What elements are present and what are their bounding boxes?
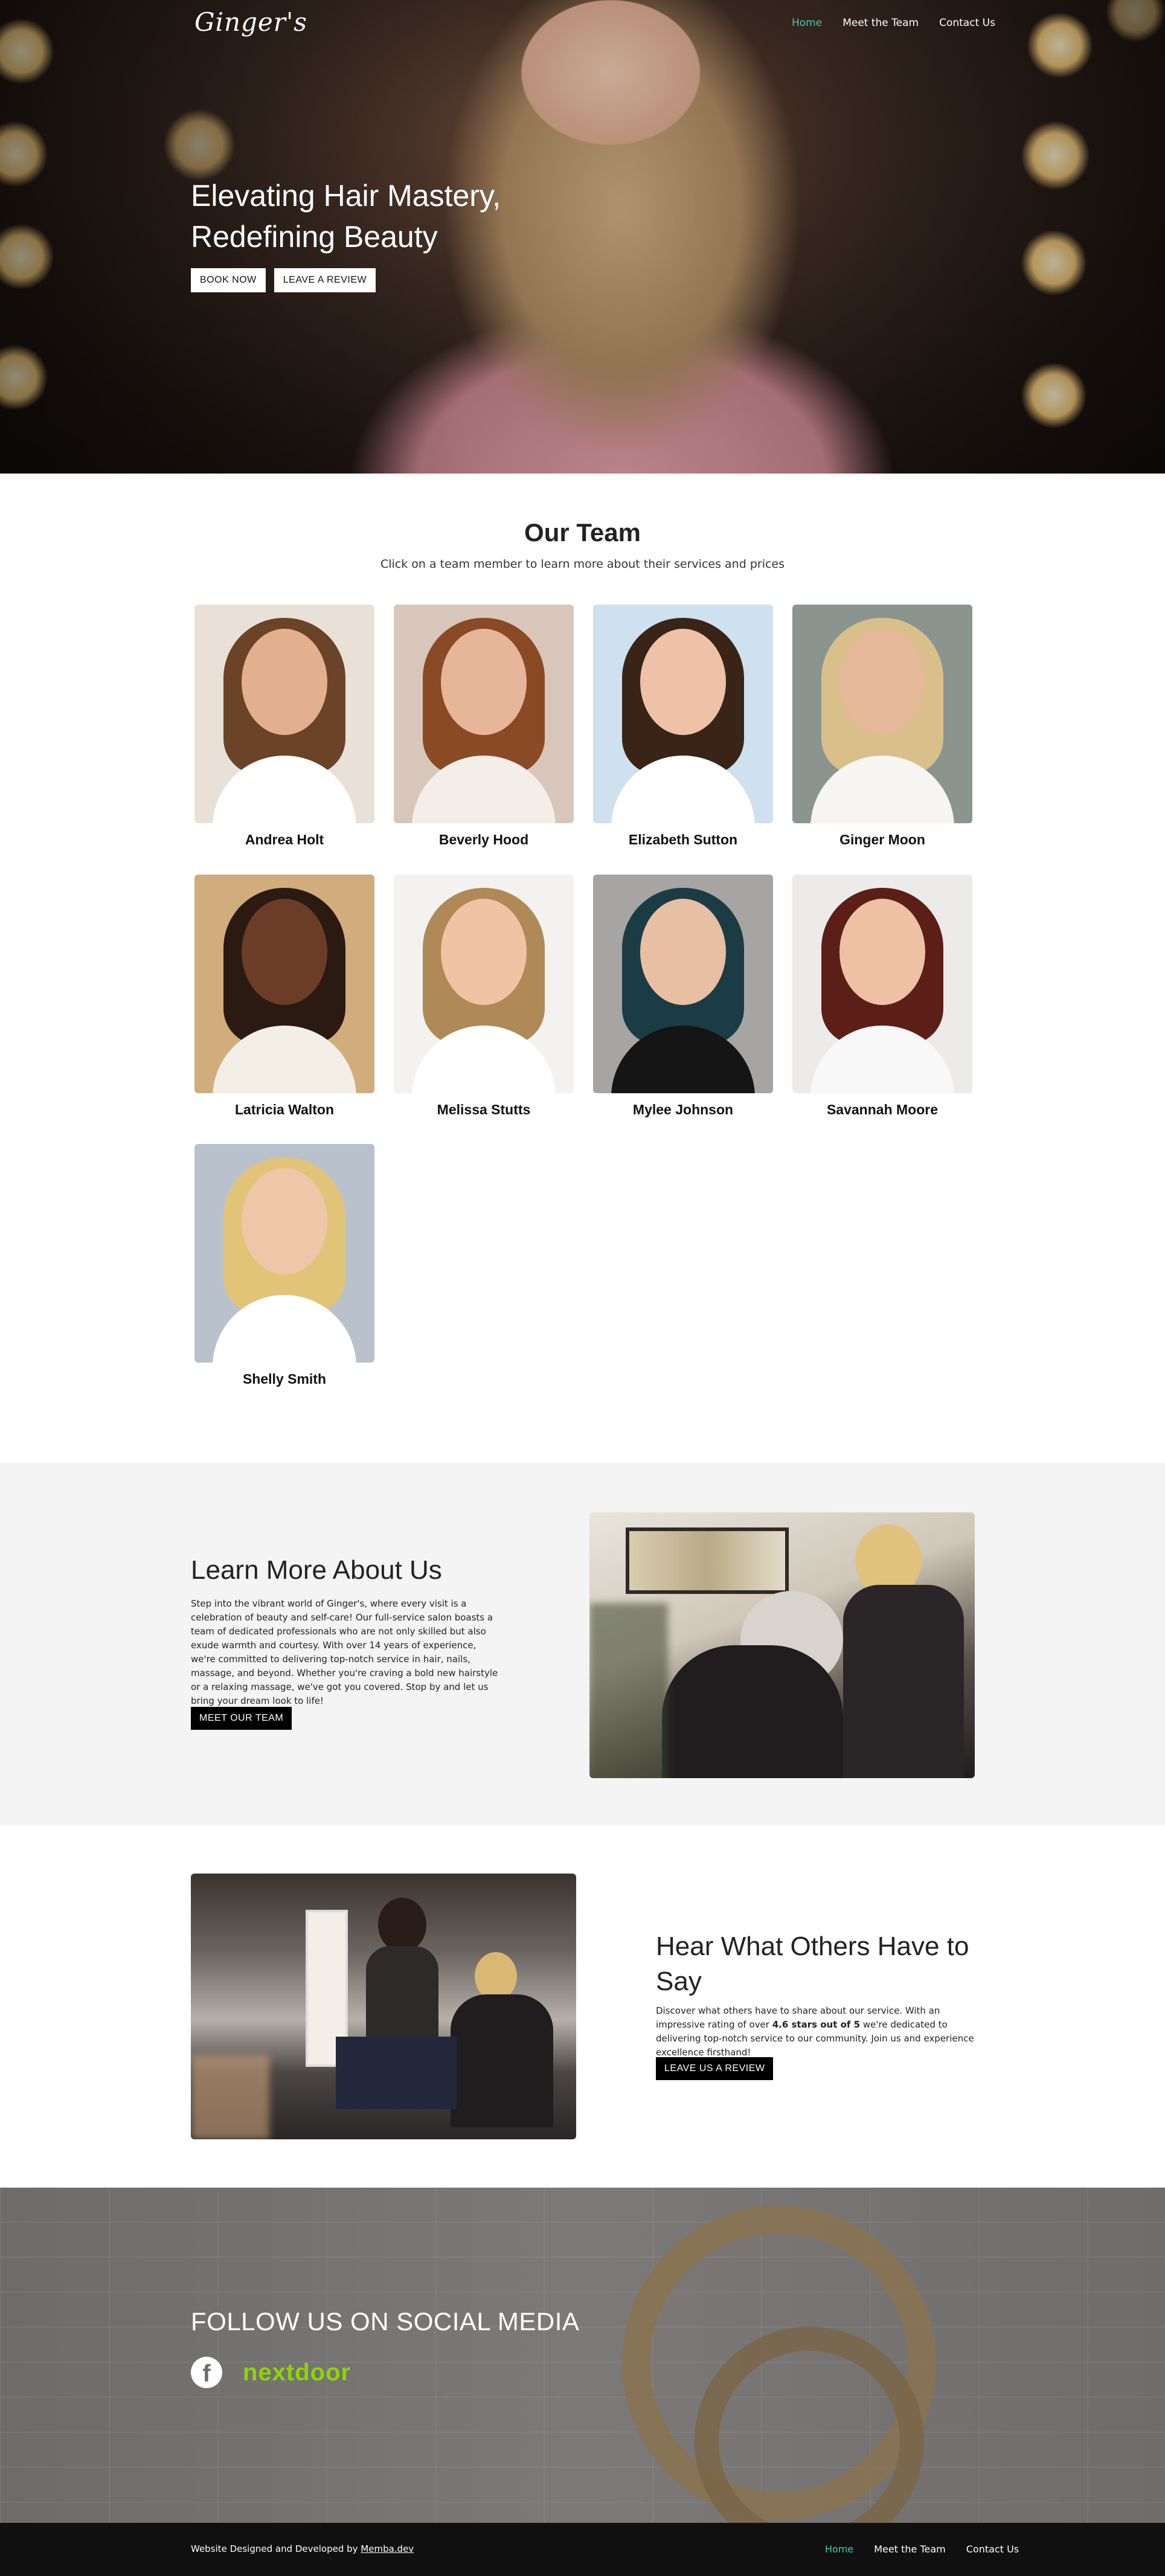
team-member-card[interactable]: Melissa Stutts (394, 875, 574, 1118)
footer-credit: Website Designed and Developed by Memba.… (191, 2543, 414, 2554)
meet-our-team-button[interactable]: MEET OUR TEAM (191, 1707, 292, 1730)
hero-title-line1: Elevating Hair Mastery, (191, 179, 501, 213)
team-member-card[interactable]: Shelly Smith (194, 1144, 374, 1387)
site-logo[interactable]: Ginger's (194, 7, 307, 37)
team-member-photo[interactable] (792, 605, 972, 823)
leave-review-button[interactable]: LEAVE A REVIEW (274, 268, 376, 292)
team-member-name[interactable]: Melissa Stutts (394, 1102, 574, 1118)
hero-title-line2: Redefining Beauty (191, 220, 438, 254)
team-member-photo[interactable] (394, 605, 574, 823)
team-member-name[interactable]: Ginger Moon (792, 832, 972, 848)
about-title: Learn More About Us (191, 1555, 442, 1585)
team-member-card[interactable]: Elizabeth Sutton (593, 605, 773, 848)
reviews-text: Discover what others have to share about… (656, 2004, 977, 2060)
team-member-card[interactable]: Andrea Holt (194, 605, 374, 848)
team-member-photo[interactable] (593, 605, 773, 823)
footer-contact-link[interactable]: Contact Us (966, 2543, 1019, 2555)
hero-background-image (0, 0, 1165, 474)
leave-us-review-button[interactable]: LEAVE US A REVIEW (656, 2057, 774, 2080)
footer-meet-team-link[interactable]: Meet the Team (874, 2543, 945, 2555)
social-title: FOLLOW US ON SOCIAL MEDIA (191, 2307, 580, 2336)
team-member-photo[interactable] (394, 875, 574, 1093)
hero-section: Ginger's Home Meet the Team Contact Us E… (0, 0, 1165, 474)
about-text: Step into the vibrant world of Ginger's,… (191, 1598, 498, 1706)
credit-link[interactable]: Memba.dev (361, 2543, 414, 2554)
credit-prefix: Website Designed and Developed by (191, 2543, 361, 2554)
rating-text: 4.6 stars out of 5 (772, 2019, 861, 2030)
team-member-photo[interactable] (792, 875, 972, 1093)
team-member-name[interactable]: Andrea Holt (194, 832, 374, 848)
about-section: Learn More About Us Step into the vibran… (0, 1463, 1165, 1825)
team-member-name[interactable]: Savannah Moore (792, 1102, 972, 1118)
team-member-card[interactable]: Ginger Moon (792, 605, 972, 848)
team-title: Our Team (524, 518, 641, 547)
footer-nav: Home Meet the Team Contact Us (825, 2543, 1019, 2555)
team-member-name[interactable]: Elizabeth Sutton (593, 832, 773, 848)
nav-home-link[interactable]: Home (792, 17, 822, 29)
team-member-card[interactable]: Savannah Moore (792, 875, 972, 1118)
team-member-photo[interactable] (194, 1144, 374, 1363)
nextdoor-logo-link[interactable]: nextdoor (243, 2359, 351, 2386)
nav-contact-link[interactable]: Contact Us (939, 17, 995, 29)
nav-meet-team-link[interactable]: Meet the Team (842, 17, 919, 29)
team-member-card[interactable]: Latricia Walton (194, 875, 374, 1118)
team-subtitle: Click on a team member to learn more abo… (380, 557, 785, 571)
reviews-title: Hear What Others Have to Say (656, 1932, 969, 1996)
team-member-card[interactable]: Mylee Johnson (593, 875, 773, 1118)
team-member-card[interactable]: Beverly Hood (394, 605, 574, 848)
social-section: FOLLOW US ON SOCIAL MEDIA f nextdoor (0, 2188, 1165, 2523)
team-member-name[interactable]: Shelly Smith (194, 1371, 374, 1387)
team-member-photo[interactable] (194, 875, 374, 1093)
facebook-icon[interactable]: f (191, 2357, 222, 2388)
team-member-name[interactable]: Mylee Johnson (593, 1102, 773, 1118)
salon-clients-photo (191, 1874, 576, 2139)
main-nav: Home Meet the Team Contact Us (792, 17, 995, 29)
footer: Website Designed and Developed by Memba.… (0, 2523, 1165, 2576)
book-now-button[interactable]: BOOK NOW (191, 268, 266, 292)
team-member-name[interactable]: Latricia Walton (194, 1102, 374, 1118)
footer-home-link[interactable]: Home (825, 2543, 853, 2555)
hero-title: Elevating Hair Mastery, Redefining Beaut… (191, 175, 529, 257)
team-member-photo[interactable] (593, 875, 773, 1093)
salon-stylists-photo (589, 1512, 975, 1778)
team-member-name[interactable]: Beverly Hood (394, 832, 574, 848)
team-member-photo[interactable] (194, 605, 374, 823)
